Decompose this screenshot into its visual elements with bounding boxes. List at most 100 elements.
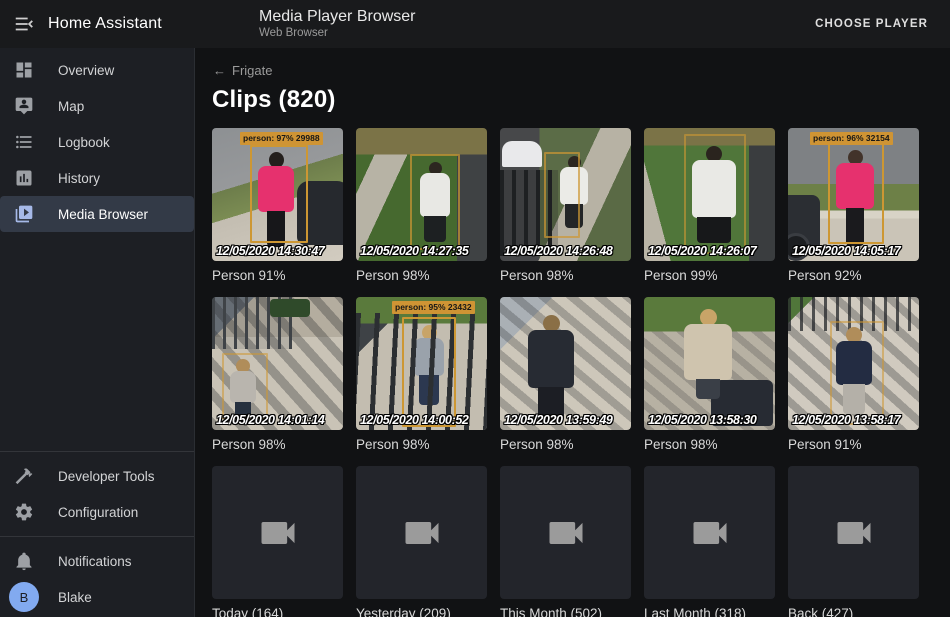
clip-item[interactable]: 12/05/2020 14:01:14 Person 98% <box>212 297 343 453</box>
sidebar-item-notifications[interactable]: Notifications <box>0 543 194 579</box>
sidebar-item-overview[interactable]: Overview <box>0 52 194 88</box>
back-label: Frigate <box>232 63 272 78</box>
sidebar-item-media-browser[interactable]: Media Browser <box>0 196 194 232</box>
folder-item-last-month[interactable]: Last Month (318) <box>644 466 775 617</box>
panel-title-block: Media Player Browser Web Browser <box>259 8 416 40</box>
clip-timestamp: 12/05/2020 14:26:48 <box>504 244 612 258</box>
clip-timestamp: 12/05/2020 14:27:35 <box>360 244 468 258</box>
detection-bounding-box <box>402 317 456 427</box>
clip-caption: Person 91% <box>788 437 919 453</box>
clip-thumbnail[interactable]: person: 95% 23432 12/05/2020 14:00:52 <box>356 297 487 430</box>
clip-caption: Person 91% <box>212 268 343 284</box>
clip-timestamp: 12/05/2020 13:58:17 <box>792 413 900 427</box>
video-camera-icon <box>832 511 876 555</box>
clips-grid: person: 97% 29988 12/05/2020 14:30:47 Pe… <box>212 128 950 617</box>
clip-thumbnail[interactable]: person: 97% 29988 12/05/2020 14:30:47 <box>212 128 343 261</box>
gear-icon <box>0 502 48 522</box>
clip-thumbnail[interactable]: 12/05/2020 14:27:35 <box>356 128 487 261</box>
folder-thumbnail[interactable] <box>212 466 343 599</box>
clip-thumbnail[interactable]: person: 96% 32154 12/05/2020 14:05:17 <box>788 128 919 261</box>
person-figure <box>684 309 732 399</box>
choose-player-button[interactable]: CHOOSE PLAYER <box>807 10 936 38</box>
folder-thumbnail[interactable] <box>356 466 487 599</box>
clip-thumbnail[interactable]: 12/05/2020 14:26:48 <box>500 128 631 261</box>
clip-caption: Person 98% <box>500 437 631 453</box>
folder-item-today[interactable]: Today (164) <box>212 466 343 617</box>
clip-caption: Person 98% <box>356 437 487 453</box>
video-camera-icon <box>544 511 588 555</box>
folder-thumbnail[interactable] <box>788 466 919 599</box>
clip-timestamp: 12/05/2020 13:58:30 <box>648 413 756 427</box>
sidebar-item-map[interactable]: Map <box>0 88 194 124</box>
clip-item[interactable]: 12/05/2020 13:58:17 Person 91% <box>788 297 919 453</box>
clip-caption: Person 99% <box>644 268 775 284</box>
app-title: Home Assistant <box>48 15 162 33</box>
detection-label: person: 95% 23432 <box>392 301 475 314</box>
clip-caption: Person 98% <box>644 437 775 453</box>
clip-timestamp: 12/05/2020 14:26:07 <box>648 244 756 258</box>
clip-thumbnail[interactable]: 12/05/2020 14:26:07 <box>644 128 775 261</box>
panel-title: Media Player Browser <box>259 8 416 26</box>
video-camera-icon <box>256 511 300 555</box>
clip-item[interactable]: person: 97% 29988 12/05/2020 14:30:47 Pe… <box>212 128 343 284</box>
clip-item[interactable]: 12/05/2020 14:26:07 Person 99% <box>644 128 775 284</box>
quad-bike-shape <box>270 299 310 317</box>
folder-label: Yesterday (209) <box>356 606 487 617</box>
detection-bounding-box <box>684 134 746 254</box>
clip-caption: Person 98% <box>356 268 487 284</box>
sidebar-item-history[interactable]: History <box>0 160 194 196</box>
video-camera-icon <box>400 511 444 555</box>
clip-caption: Person 92% <box>788 268 919 284</box>
folder-label: This Month (502) <box>500 606 631 617</box>
clip-caption: Person 98% <box>500 268 631 284</box>
play-box-multiple-icon <box>0 204 48 224</box>
detection-bounding-box <box>830 321 884 425</box>
chart-box-icon <box>0 168 48 188</box>
clip-item[interactable]: 12/05/2020 14:26:48 Person 98% <box>500 128 631 284</box>
media-browser-panel: ← Frigate Clips (820) person: 97% 29988 … <box>196 48 950 617</box>
sidebar-toggle-button[interactable] <box>0 0 48 48</box>
folder-item-yesterday[interactable]: Yesterday (209) <box>356 466 487 617</box>
sidebar: Overview Map Logbook History Media Brows… <box>0 48 195 617</box>
folder-label: Back (427) <box>788 606 919 617</box>
clip-item[interactable]: 12/05/2020 13:59:49 Person 98% <box>500 297 631 453</box>
sidebar-item-logbook[interactable]: Logbook <box>0 124 194 160</box>
sidebar-item-configuration[interactable]: Configuration <box>0 494 194 530</box>
detection-bounding-box <box>250 145 308 243</box>
sidebar-spacer <box>0 232 194 445</box>
detection-bounding-box <box>222 353 268 419</box>
hammer-icon <box>0 466 48 486</box>
clip-item[interactable]: person: 96% 32154 12/05/2020 14:05:17 Pe… <box>788 128 919 284</box>
clip-item[interactable]: 12/05/2020 14:27:35 Person 98% <box>356 128 487 284</box>
folder-thumbnail[interactable] <box>500 466 631 599</box>
map-tooltip-account-icon <box>0 96 48 116</box>
detection-label: person: 96% 32154 <box>810 132 893 145</box>
sidebar-item-developer-tools[interactable]: Developer Tools <box>0 458 194 494</box>
sidebar-item-user-profile[interactable]: B Blake <box>0 579 194 615</box>
clip-item[interactable]: 12/05/2020 13:58:30 Person 98% <box>644 297 775 453</box>
breadcrumb-back-link[interactable]: ← Frigate <box>213 63 272 78</box>
clip-timestamp: 12/05/2020 14:05:17 <box>792 244 900 258</box>
clip-timestamp: 12/05/2020 14:00:52 <box>360 413 468 427</box>
clip-item[interactable]: person: 95% 23432 12/05/2020 14:00:52 Pe… <box>356 297 487 453</box>
avatar: B <box>9 582 39 612</box>
sidebar-header: Home Assistant <box>0 0 195 48</box>
clip-thumbnail[interactable]: 12/05/2020 13:59:49 <box>500 297 631 430</box>
folder-label: Today (164) <box>212 606 343 617</box>
detection-bounding-box <box>544 152 580 238</box>
clip-thumbnail[interactable]: 12/05/2020 13:58:30 <box>644 297 775 430</box>
car-shape <box>502 141 542 167</box>
folder-item-this-month[interactable]: This Month (502) <box>500 466 631 617</box>
top-app-bar: Home Assistant Media Player Browser Web … <box>0 0 950 48</box>
folder-label: Last Month (318) <box>644 606 775 617</box>
folder-item-back[interactable]: Back (427) <box>788 466 919 617</box>
clip-thumbnail[interactable]: 12/05/2020 14:01:14 <box>212 297 343 430</box>
folder-thumbnail[interactable] <box>644 466 775 599</box>
person-figure <box>528 315 574 421</box>
clip-thumbnail[interactable]: 12/05/2020 13:58:17 <box>788 297 919 430</box>
detection-bounding-box <box>828 142 884 244</box>
clip-timestamp: 12/05/2020 14:30:47 <box>216 244 324 258</box>
list-bulleted-icon <box>0 132 48 152</box>
clip-timestamp: 12/05/2020 14:01:14 <box>216 413 324 427</box>
detection-bounding-box <box>410 154 460 250</box>
